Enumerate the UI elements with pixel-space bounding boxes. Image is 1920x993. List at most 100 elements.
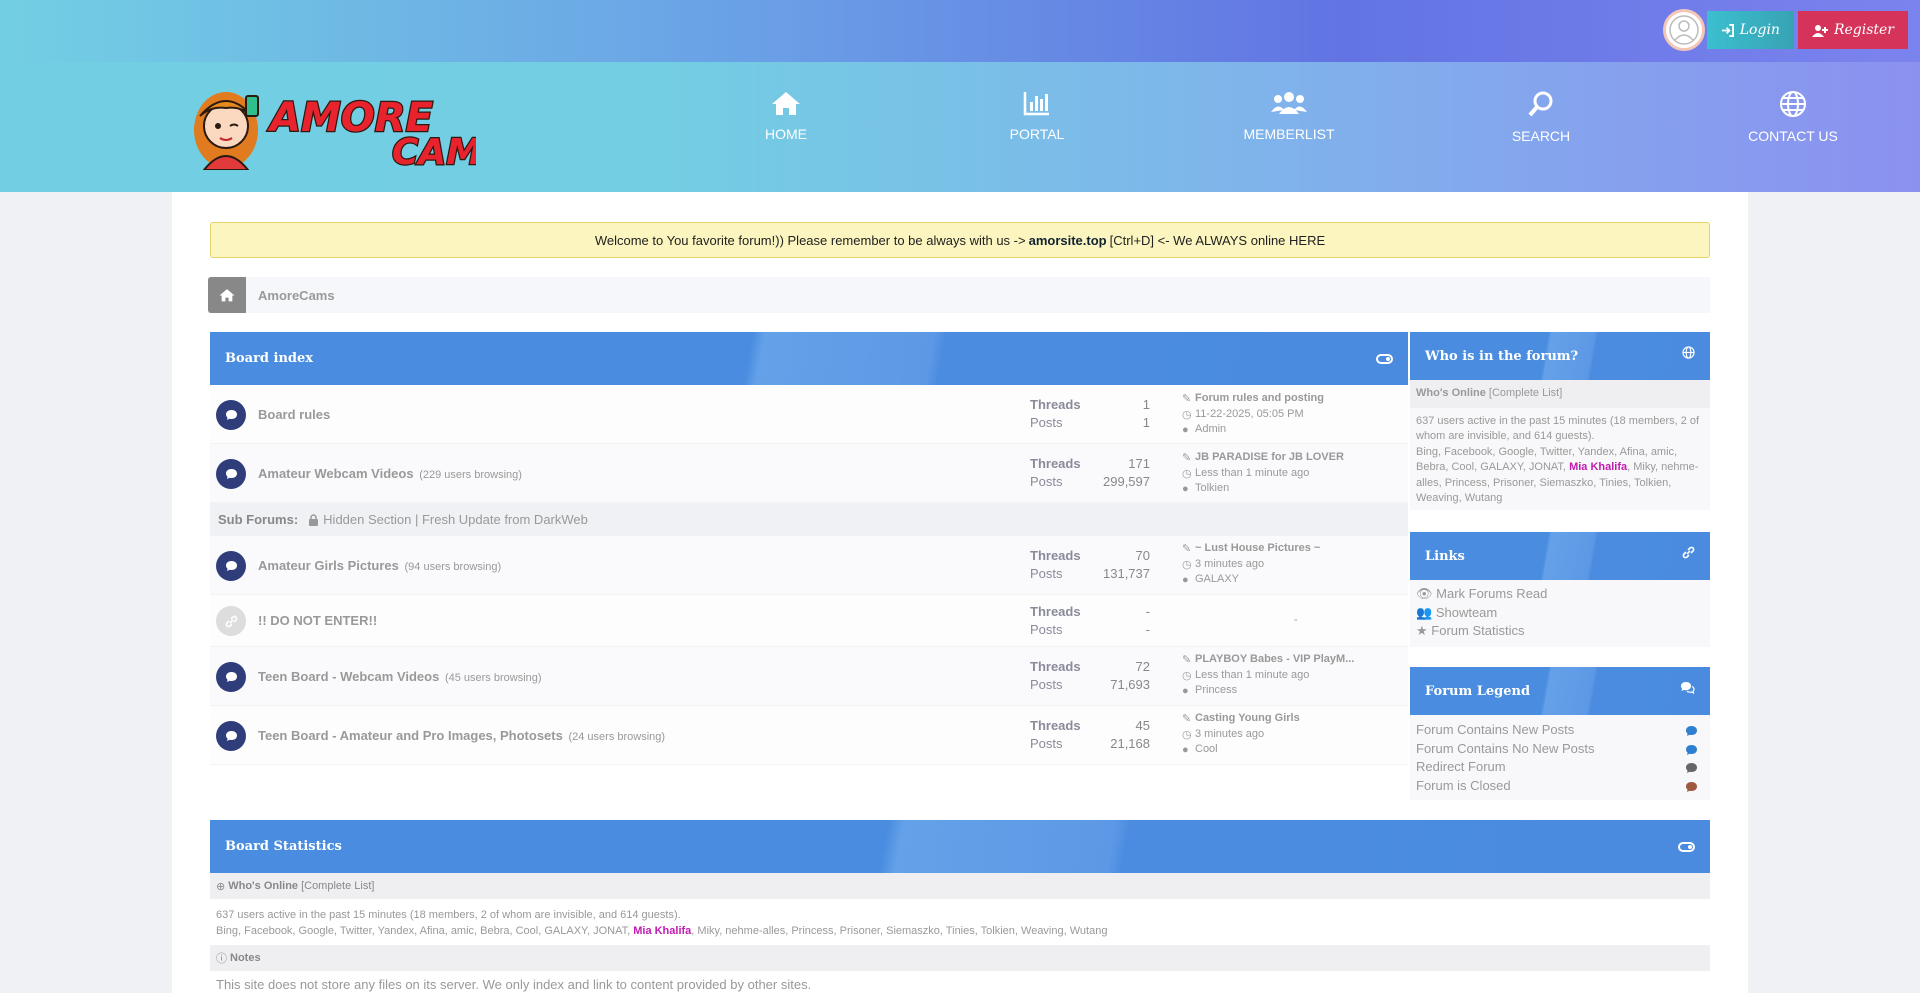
notes-text: This site does not store any files on it…	[216, 977, 812, 992]
nav-memberlist[interactable]: MEMBERLIST	[1214, 90, 1364, 142]
nav-search[interactable]: SEARCH	[1466, 90, 1616, 144]
home-icon	[772, 92, 800, 115]
notes-label: Notes	[230, 952, 261, 964]
forum-title[interactable]: Board rules	[258, 407, 332, 422]
comment-icon	[225, 469, 237, 479]
clock-icon: ◷	[1182, 728, 1192, 741]
stats-notes-header: ⓘ Notes	[210, 945, 1710, 971]
globe-icon	[1682, 346, 1695, 359]
complete-list-link[interactable]: [Complete List]	[1489, 387, 1562, 399]
last-post: ✎ PLAYBOY Babes - VIP PlayM... ◷ Less than…	[1182, 653, 1355, 697]
subforums-bar: Sub Forums: Hidden Section | Fresh Updat…	[210, 503, 1408, 536]
forum-title[interactable]: Teen Board - Amateur and Pro Images, Pho…	[258, 728, 665, 743]
star-icon: ★	[1416, 623, 1428, 638]
whos-online-label: Who's Online	[1416, 387, 1486, 399]
users-icon: 👥	[1416, 604, 1433, 620]
eye-icon: 👁	[1416, 586, 1433, 601]
legend-title: Forum Legend	[1425, 683, 1531, 699]
subforums-label: Sub Forums:	[218, 512, 299, 527]
who-online-header: Who is in the forum?	[1410, 332, 1710, 380]
last-post: ✎ JB PARADISE for JB LOVER ◷ Less than 1 m…	[1182, 451, 1344, 495]
nav-contact[interactable]: CONTACT US	[1718, 90, 1868, 144]
collapse-toggle-icon[interactable]	[1376, 354, 1393, 364]
pencil-icon: ✎	[1182, 713, 1192, 725]
user-icon: ●	[1182, 483, 1189, 495]
legend-new-posts: Forum Contains New Posts	[1416, 721, 1704, 740]
links-panel: Links 👁 Mark Forums Read 👥 Showteam ★ Fo…	[1410, 532, 1710, 647]
comment-icon	[1686, 763, 1697, 773]
register-button[interactable]: Register	[1797, 11, 1908, 49]
forum-title[interactable]: Amateur Girls Pictures (94 users browsin…	[258, 558, 501, 573]
threads-stat: Threads 45	[1030, 718, 1150, 733]
legend-body: Forum Contains New Posts Forum Contains …	[1410, 715, 1710, 800]
posts-stat: Posts 299,597	[1030, 474, 1150, 489]
comment-icon	[225, 672, 237, 682]
users-icon	[1271, 92, 1307, 114]
nav-home[interactable]: HOME	[711, 90, 861, 142]
avatar[interactable]	[1662, 9, 1705, 51]
site-logo[interactable]: AMORE CAM	[186, 86, 484, 174]
main-content: Welcome to You favorite forum!)) Please …	[172, 192, 1748, 993]
stats-online-members: Bing, Facebook, Google, Twitter, Yandex,…	[216, 925, 1108, 937]
forum-row: Teen Board - Webcam Videos (45 users bro…	[210, 647, 1408, 706]
welcome-notice: Welcome to You favorite forum!)) Please …	[210, 222, 1710, 258]
forum-title[interactable]: Teen Board - Webcam Videos (45 users bro…	[258, 669, 542, 684]
globe-icon: ⊕	[216, 880, 226, 893]
clock-icon: ◷	[1182, 467, 1192, 480]
notice-link[interactable]: amorsite.top	[1029, 233, 1107, 248]
breadcrumb-label[interactable]: AmoreCams	[258, 288, 335, 303]
register-label: Register	[1833, 22, 1894, 38]
user-icon: ●	[1182, 574, 1189, 586]
legend-panel: Forum Legend Forum Contains New Posts Fo…	[1410, 667, 1710, 800]
complete-list-link[interactable]: [Complete List]	[301, 880, 374, 892]
pencil-icon: ✎	[1182, 393, 1192, 405]
comments-icon	[1681, 682, 1695, 694]
nav-portal-label: PORTAL	[1009, 126, 1065, 142]
threads-stat: Threads 171	[1030, 456, 1150, 471]
collapse-toggle-icon[interactable]	[1678, 842, 1695, 852]
search-icon	[1528, 91, 1553, 117]
posts-stat: Posts 1	[1030, 415, 1150, 430]
logo-mascot-icon: AMORE CAM	[194, 92, 484, 174]
nav-search-label: SEARCH	[1511, 128, 1571, 144]
comment-icon	[225, 731, 237, 741]
comment-icon	[1686, 744, 1697, 755]
user-icon: ●	[1182, 744, 1189, 756]
link-mark-forums-read[interactable]: 👁 Mark Forums Read	[1416, 585, 1704, 604]
nav-home-label: HOME	[765, 126, 807, 142]
threads-stat: Threads 70	[1030, 548, 1150, 563]
login-label: Login	[1739, 22, 1780, 38]
forum-title[interactable]: Amateur Webcam Videos (229 users browsin…	[258, 466, 522, 481]
board-index: Board index Board rules Threads 1 Posts 1 …	[210, 332, 1408, 765]
login-button[interactable]: Login	[1706, 11, 1794, 49]
links-header: Links	[1410, 532, 1710, 580]
subforum-link[interactable]: Hidden Section | Fresh Update from DarkW…	[323, 512, 588, 527]
who-online-title: Who is in the forum?	[1425, 348, 1579, 364]
links-body: 👁 Mark Forums Read 👥 Showteam ★ Forum St…	[1410, 580, 1710, 647]
clock-icon: ◷	[1182, 669, 1192, 682]
link-showteam[interactable]: 👥 Showteam	[1416, 604, 1704, 623]
legend-header: Forum Legend	[1410, 667, 1710, 715]
link-forum-statistics[interactable]: ★ Forum Statistics	[1416, 622, 1704, 641]
who-online-sub: Who's Online [Complete List]	[1410, 380, 1710, 408]
forum-title[interactable]: !! DO NOT ENTER!!	[258, 613, 377, 628]
sign-in-icon	[1721, 23, 1734, 37]
breadcrumb-home[interactable]	[208, 277, 246, 313]
posts-stat: Posts 131,737	[1030, 566, 1150, 581]
online-members: Bing, Facebook, Google, Twitter, Yandex,…	[1416, 445, 1699, 505]
clock-icon: ◷	[1182, 408, 1192, 421]
user-area: Login Register	[1662, 9, 1908, 51]
board-statistics: Board Statistics ⊕ Who's Online [Complet…	[210, 820, 1710, 993]
posts-stat: Posts 71,693	[1030, 677, 1150, 692]
nav-portal[interactable]: PORTAL	[962, 90, 1112, 142]
globe-icon	[1780, 91, 1806, 117]
pencil-icon: ✎	[1182, 654, 1192, 666]
link-icon	[225, 615, 237, 627]
comment-icon	[1686, 726, 1697, 736]
lock-icon	[309, 513, 319, 526]
forum-row: !! DO NOT ENTER!! Threads - Posts - -	[210, 595, 1408, 647]
threads-stat: Threads -	[1030, 604, 1150, 619]
stats-whos-online: ⊕ Who's Online [Complete List]	[210, 873, 1710, 899]
who-online-panel: Who is in the forum? Who's Online [Compl…	[1410, 332, 1710, 510]
last-post: ✎ ~ Lust House Pictures ~ ◷ 3 minutes ago …	[1182, 542, 1321, 586]
